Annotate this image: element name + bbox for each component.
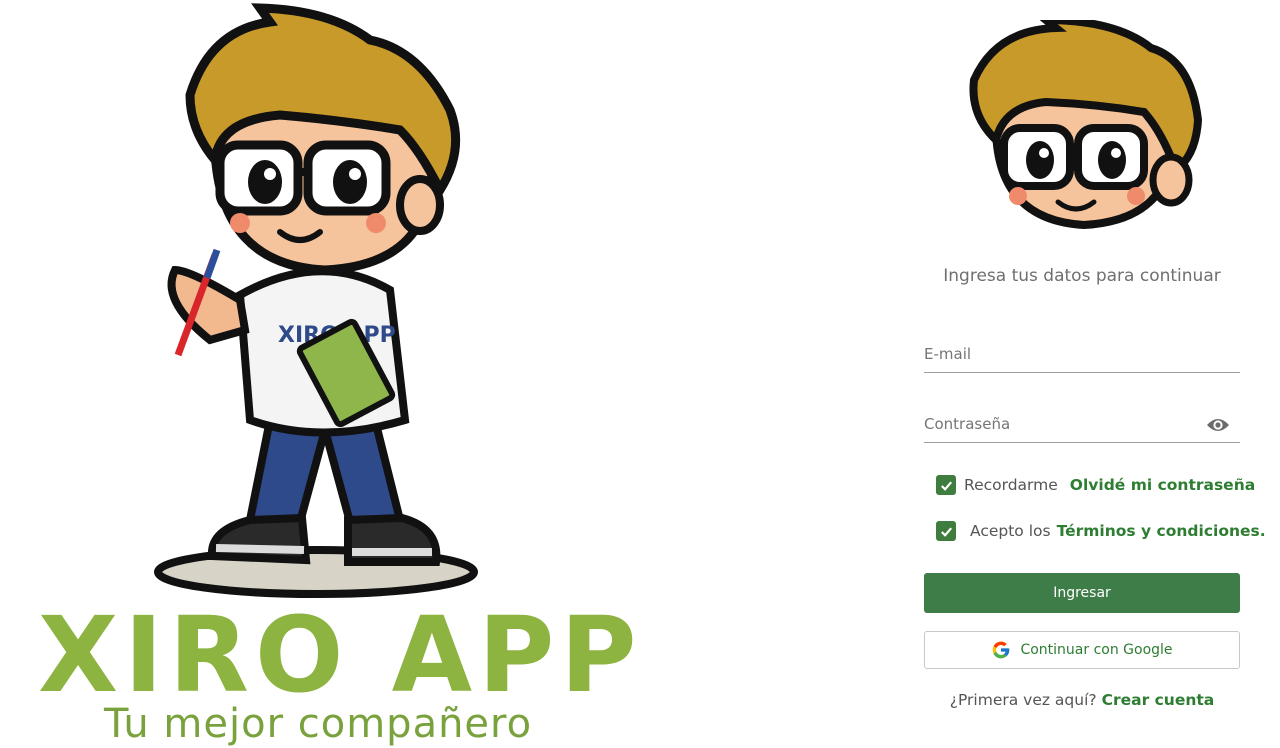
create-account-link[interactable]: Crear cuenta xyxy=(1102,691,1215,709)
remember-row: Recordarme Olvidé mi contraseña xyxy=(936,475,1255,495)
google-button-label: Continuar con Google xyxy=(1020,642,1173,658)
google-icon xyxy=(993,641,1010,659)
terms-link[interactable]: Términos y condiciones. xyxy=(1057,522,1266,540)
password-field-wrapper xyxy=(924,410,1240,443)
brand-title: XIRO APP xyxy=(38,594,643,716)
show-password-icon[interactable] xyxy=(1206,416,1230,434)
email-input[interactable] xyxy=(924,340,1194,368)
signup-row: ¿Primera vez aquí? Crear cuenta xyxy=(924,691,1240,709)
brand-tagline: Tu mejor compañero xyxy=(104,701,533,747)
remember-label: Recordarme xyxy=(964,476,1058,494)
mascot-illustration: XIRO APP xyxy=(154,3,478,598)
signup-prompt: ¿Primera vez aquí? xyxy=(949,691,1097,709)
checkmark-icon xyxy=(940,481,952,491)
google-login-button[interactable]: Continuar con Google xyxy=(924,631,1240,669)
password-input[interactable] xyxy=(924,410,1194,438)
remember-checkbox[interactable] xyxy=(936,475,956,495)
checkmark-icon xyxy=(940,527,952,537)
terms-checkbox[interactable] xyxy=(936,521,956,541)
login-panel: Ingresa tus datos para continuar Recorda… xyxy=(924,0,1266,748)
forgot-password-link[interactable]: Olvidé mi contraseña xyxy=(1070,476,1255,494)
hero-section: XIRO APP XIRO APP Tu mejor compañero xyxy=(0,0,680,748)
terms-row: Acepto los Términos y condiciones. xyxy=(936,521,1266,541)
email-field-wrapper xyxy=(924,340,1240,373)
terms-prefix: Acepto los xyxy=(970,522,1051,540)
login-subtitle: Ingresa tus datos para continuar xyxy=(943,266,1221,286)
mascot-avatar xyxy=(969,20,1202,230)
login-button[interactable]: Ingresar xyxy=(924,573,1240,613)
